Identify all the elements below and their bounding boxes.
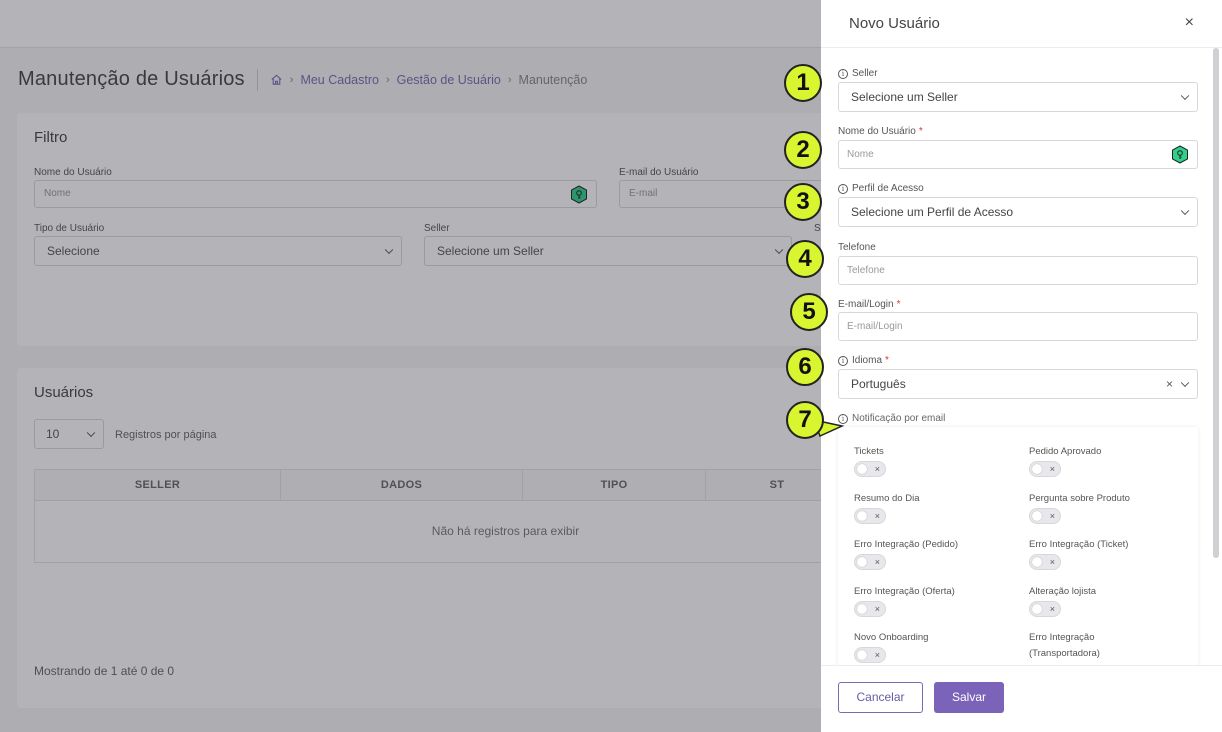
info-icon[interactable]: i	[838, 355, 848, 366]
notification-toggle[interactable]: ×	[1029, 601, 1061, 617]
drawer-title: Novo Usuário	[849, 15, 940, 32]
phone-placeholder: Telefone	[847, 265, 885, 276]
step-marker-1: 1	[784, 64, 822, 102]
cancel-button[interactable]: Cancelar	[838, 682, 923, 713]
notification-item: Alteração lojista	[1029, 584, 1189, 600]
notification-label: Pergunta sobre Produto	[1029, 493, 1130, 504]
drawer-body: i Seller Selecione um Seller Nome do Usuá…	[821, 48, 1222, 665]
email-label-text: E-mail/Login	[838, 299, 894, 310]
notification-item: Novo Onboarding	[854, 630, 1014, 646]
notification-label: Erro Integração (Pedido)	[854, 539, 959, 550]
drawer-header: Novo Usuário ×	[821, 0, 1222, 48]
notifications-label: i Notificação por email	[838, 413, 945, 424]
toggle-off-icon: ×	[1049, 557, 1055, 567]
notification-toggle[interactable]: ×	[1029, 461, 1061, 477]
notification-item: Resumo do Dia	[854, 491, 1014, 507]
step-marker-2: 2	[784, 131, 822, 169]
phone-label: Telefone	[838, 242, 876, 253]
password-key-icon[interactable]	[1171, 145, 1189, 164]
toggle-off-icon: ×	[874, 604, 880, 614]
notification-item: Erro Integração (Ticket)	[1029, 537, 1189, 553]
clear-icon[interactable]: ×	[1166, 370, 1173, 398]
email-input[interactable]: E-mail/Login	[838, 312, 1198, 341]
notification-label: Erro Integração (Transportadora)	[1029, 632, 1100, 659]
notification-label: Alteração lojista	[1029, 586, 1097, 597]
step-marker-3: 3	[784, 183, 822, 221]
info-icon[interactable]: i	[838, 68, 848, 79]
phone-label-text: Telefone	[838, 242, 876, 253]
notification-toggle[interactable]: ×	[1029, 508, 1061, 524]
notification-label: Tickets	[854, 446, 884, 457]
scrollbar[interactable]	[1213, 48, 1219, 558]
notification-item: Pedido Aprovado	[1029, 444, 1189, 460]
profile-select[interactable]: Selecione um Perfil de Acesso	[838, 197, 1198, 227]
notification-item: Erro Integração (Pedido)	[854, 537, 1014, 553]
new-user-drawer: Novo Usuário × i Seller Selecione um Sell…	[821, 0, 1222, 732]
notifications-label-text: Notificação por email	[852, 413, 946, 424]
notification-toggle[interactable]: ×	[854, 508, 886, 524]
language-select[interactable]: Português ×	[838, 369, 1198, 399]
notification-item: Erro Integração (Transportadora)	[1029, 630, 1139, 662]
step-marker-5: 5	[790, 293, 828, 331]
toggle-off-icon: ×	[874, 650, 880, 660]
notification-label: Erro Integração (Ticket)	[1029, 539, 1129, 550]
notification-label: Novo Onboarding	[854, 632, 929, 643]
chevron-down-icon	[1180, 91, 1190, 101]
drawer-footer: Cancelar Salvar	[821, 665, 1222, 732]
profile-select-value: Selecione um Perfil de Acesso	[851, 205, 1014, 219]
language-label-text: Idioma	[852, 355, 883, 366]
name-placeholder: Nome	[847, 149, 874, 160]
seller-select-value: Selecione um Seller	[851, 90, 958, 104]
required-mark: *	[918, 126, 923, 137]
name-label-text: Nome do Usuário	[838, 126, 916, 137]
step-marker-7: 7	[786, 401, 824, 439]
required-mark: *	[896, 299, 901, 310]
name-input[interactable]: Nome	[838, 140, 1198, 169]
language-label: i Idioma *	[838, 355, 889, 366]
notification-item: Pergunta sobre Produto	[1029, 491, 1189, 507]
notification-toggle[interactable]: ×	[854, 554, 886, 570]
notifications-panel: Tickets × Pedido Aprovado × Resumo do Di…	[838, 427, 1198, 665]
step-marker-6: 6	[786, 348, 824, 386]
email-placeholder: E-mail/Login	[847, 321, 903, 332]
notification-label: Resumo do Dia	[854, 493, 920, 504]
notification-toggle[interactable]: ×	[854, 601, 886, 617]
email-label: E-mail/Login *	[838, 299, 901, 310]
notification-label: Pedido Aprovado	[1029, 446, 1102, 457]
notification-item: Tickets	[854, 444, 1014, 460]
toggle-off-icon: ×	[1049, 604, 1055, 614]
required-mark: *	[885, 355, 889, 366]
notification-toggle[interactable]: ×	[854, 461, 886, 477]
language-select-value: Português	[851, 377, 906, 391]
profile-label-text: Perfil de Acesso	[852, 183, 924, 194]
seller-select[interactable]: Selecione um Seller	[838, 82, 1198, 112]
chevron-down-icon	[1180, 206, 1190, 216]
toggle-off-icon: ×	[1049, 511, 1055, 521]
close-icon[interactable]: ×	[1185, 14, 1194, 32]
save-button[interactable]: Salvar	[934, 682, 1004, 713]
name-label: Nome do Usuário *	[838, 126, 923, 137]
profile-label: i Perfil de Acesso	[838, 183, 924, 194]
info-icon[interactable]: i	[838, 183, 848, 194]
toggle-off-icon: ×	[874, 557, 880, 567]
toggle-off-icon: ×	[874, 464, 880, 474]
notification-toggle[interactable]: ×	[1029, 554, 1061, 570]
notification-item: Erro Integração (Oferta)	[854, 584, 1014, 600]
notification-toggle[interactable]: ×	[854, 647, 886, 663]
toggle-off-icon: ×	[874, 511, 880, 521]
chevron-down-icon	[1180, 378, 1190, 388]
notification-label: Erro Integração (Oferta)	[854, 586, 955, 597]
seller-label-text: Seller	[852, 68, 878, 79]
step-marker-4: 4	[786, 240, 824, 278]
toggle-off-icon: ×	[1049, 464, 1055, 474]
seller-label: i Seller	[838, 68, 878, 79]
phone-input[interactable]: Telefone	[838, 256, 1198, 285]
